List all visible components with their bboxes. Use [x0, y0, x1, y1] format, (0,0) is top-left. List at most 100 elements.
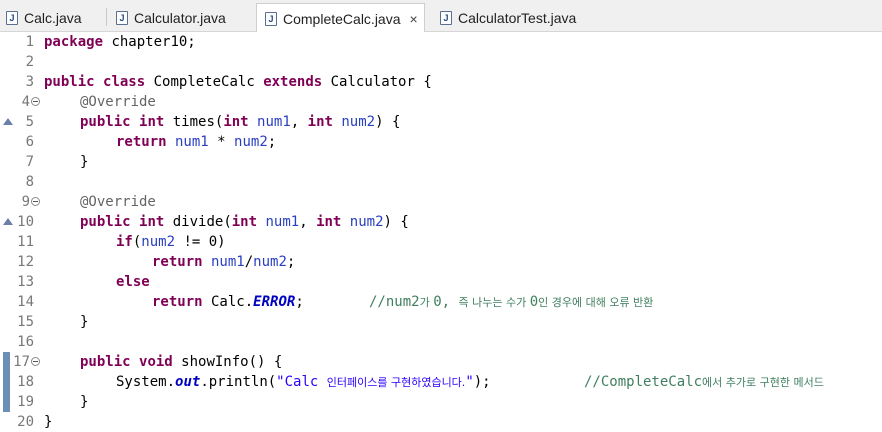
code-line: @Override [80, 92, 156, 112]
parameter: num2 [253, 254, 287, 270]
parameter: num1 [248, 114, 291, 130]
line-number: 18 [17, 374, 34, 390]
java-file-icon: J [6, 11, 18, 25]
code-comment: //CompleteCalc에서 추가로 구현한 메서드 [584, 372, 824, 392]
code-text: , [299, 214, 317, 230]
string-literal: 인터페이스를 구현하였습니다. [326, 376, 466, 389]
keyword: void [139, 354, 173, 370]
tab-label: CalculatorTest.java [458, 10, 577, 26]
code-text: ) { [375, 114, 401, 130]
code-line: @Override [80, 192, 156, 212]
line-number: 7 [25, 154, 34, 170]
parameter: num1 [257, 214, 300, 230]
code-text: * [208, 134, 235, 150]
fold-collapse-icon[interactable] [31, 197, 40, 206]
keyword: int [316, 214, 342, 230]
code-text: ; [295, 294, 304, 310]
code-text: != 0) [175, 234, 226, 250]
line-number: 2 [25, 54, 34, 70]
line-number: 1 [25, 34, 34, 50]
annotation: @Override [80, 94, 156, 110]
comment-text: 0, [433, 294, 459, 310]
constant: ERROR [253, 294, 296, 310]
keyword: return [116, 134, 167, 150]
keyword: public [44, 74, 95, 90]
code-line: } [80, 312, 88, 332]
code-line: } [44, 412, 52, 432]
line-number: 19 [17, 394, 34, 410]
code-text: ) { [383, 214, 409, 230]
fold-collapse-icon[interactable] [31, 97, 40, 106]
tab-calculator-java[interactable]: J Calculator.java [116, 4, 226, 32]
tab-separator [106, 8, 107, 26]
comment-text: //CompleteCalc [584, 374, 703, 390]
comment-text: 즉 나누는 수가 [458, 296, 530, 309]
code-text: divide( [164, 214, 232, 230]
comment-text: 에서 추가로 구현한 메서드 [702, 376, 824, 389]
code-editor[interactable]: 1 2 3 4 5 6 7 8 9 10 11 12 13 14 15 16 1… [0, 32, 882, 432]
keyword: public [80, 114, 131, 130]
comment-text: 인 경우에 대해 오류 반환 [538, 296, 654, 309]
parameter: num2 [141, 234, 176, 250]
code-line: return Calc.ERROR; [152, 292, 304, 312]
code-text: } [80, 394, 89, 410]
line-number: 3 [25, 74, 34, 90]
code-line: return num1 * num2; [116, 132, 276, 152]
keyword: int [139, 114, 165, 130]
keyword: class [103, 74, 146, 90]
code-comment: //num2가 0, 즉 나누는 수가 0인 경우에 대해 오류 반환 [369, 292, 653, 312]
line-number: 9 [21, 194, 30, 210]
string-literal: " [465, 374, 474, 390]
code-line: System.out.println("Calc 인터페이스를 구현하였습니다.… [116, 372, 491, 392]
class-name: CompleteCalc [145, 74, 264, 90]
line-number: 20 [17, 414, 34, 430]
code-text: ; [267, 134, 277, 150]
line-number: 16 [17, 334, 34, 350]
code-line: public int divide(int num1, int num2) { [80, 212, 409, 232]
line-number: 6 [25, 134, 34, 150]
fold-collapse-icon[interactable] [31, 357, 40, 366]
code-text: showInfo() { [172, 354, 283, 370]
keyword: package [44, 34, 104, 50]
keyword: int [231, 214, 258, 230]
line-number: 13 [17, 274, 34, 290]
code-line: public int times(int num1, int num2) { [80, 112, 400, 132]
code-text: , [290, 114, 308, 130]
code-line: } [80, 392, 88, 412]
static-field: out [175, 374, 201, 390]
tab-calc-java[interactable]: J Calc.java [6, 4, 82, 32]
code-text: } [80, 314, 89, 330]
code-text: chapter10; [103, 34, 196, 50]
keyword: return [152, 294, 203, 310]
code-line: return num1/num2; [152, 252, 295, 272]
code-text-area[interactable]: package chapter10; public class Complete… [44, 32, 882, 432]
java-file-icon: J [116, 11, 128, 25]
override-marker-icon [3, 218, 13, 225]
code-text: } [44, 414, 53, 430]
java-file-icon: J [265, 11, 277, 26]
line-number-gutter: 1 2 3 4 5 6 7 8 9 10 11 12 13 14 15 16 1… [0, 32, 40, 432]
line-number: 8 [25, 174, 34, 190]
tab-completecalc-java[interactable]: J CompleteCalc.java × [256, 3, 425, 33]
line-number: 17 [13, 354, 30, 370]
code-text: times( [164, 114, 224, 130]
code-text: Calculator { [322, 74, 432, 90]
line-number: 14 [17, 294, 34, 310]
keyword: int [223, 114, 249, 130]
code-text: } [80, 154, 89, 170]
code-line: else [116, 272, 150, 292]
tab-label: CompleteCalc.java [283, 10, 401, 27]
keyword: int [307, 114, 333, 130]
code-text: Calc. [202, 294, 254, 310]
keyword: extends [263, 74, 323, 90]
line-number: 4 [21, 94, 30, 110]
comment-text: //num2 [369, 294, 420, 310]
override-marker-icon [3, 118, 13, 125]
tab-calculatortest-java[interactable]: J CalculatorTest.java [440, 4, 576, 32]
string-literal: "Calc [276, 374, 327, 390]
close-tab-icon[interactable]: × [410, 11, 418, 27]
keyword: return [152, 254, 203, 270]
comment-text: 0 [529, 294, 539, 310]
editor-tab-bar: J Calc.java J Calculator.java J Complete… [0, 0, 882, 33]
keyword: else [116, 274, 150, 290]
